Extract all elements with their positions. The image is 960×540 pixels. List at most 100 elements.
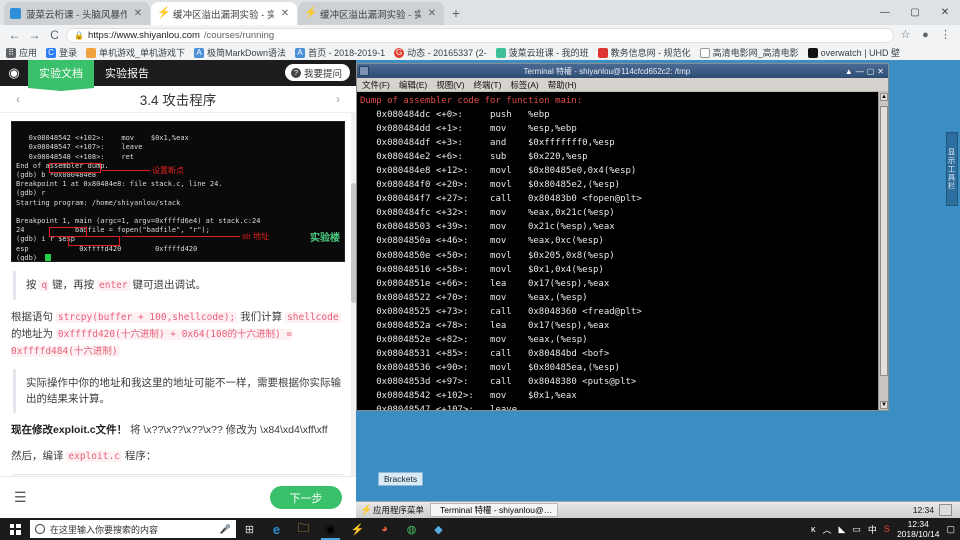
close-button[interactable]: ✕ <box>877 67 884 76</box>
watermark-label: 实验楼 <box>310 233 340 244</box>
bookmark-item[interactable]: 教务信息网 - 规范化 <box>597 46 691 59</box>
bookmark-star-icon[interactable]: ☆ <box>897 27 914 44</box>
terminal-line: 0x0804852a <+78>: lea 0x17(%esp),%eax <box>360 320 610 331</box>
browser-tab-3[interactable]: ⚡ 缓冲区溢出漏洞实验 - 实验楼 ✕ <box>298 2 444 25</box>
menu-help[interactable]: 帮助(H) <box>548 79 577 91</box>
scroll-up-arrow-icon[interactable]: ▲ <box>880 93 888 101</box>
search-placeholder: 在这里输入你要搜索的内容 <box>50 524 159 535</box>
address-bar[interactable]: 🔒 https://www.shiyanlou.com/courses/runn… <box>66 27 894 43</box>
volume-icon[interactable]: ▭ <box>852 524 861 535</box>
ime-icon[interactable]: 中 <box>868 523 877 536</box>
menu-edit[interactable]: 编辑(E) <box>399 79 427 91</box>
brackets-desktop-icon[interactable]: Brackets <box>378 472 424 486</box>
bookmark-item[interactable]: A 首页 - 2018-2019-1 <box>295 46 385 59</box>
back-arrow-icon[interactable]: ◉ <box>0 65 28 81</box>
inline-code-strcpy: strcpy(buffer + 100,shellcode); <box>55 312 238 323</box>
terminal-line: 0x080484dc <+0>: push %ebp <box>360 110 550 121</box>
menu-view[interactable]: 视图(V) <box>436 79 464 91</box>
sogou-icon[interactable]: S <box>884 524 890 534</box>
taskbar-clock[interactable]: 12:34 2018/10/14 <box>897 519 940 539</box>
bookmark-item[interactable]: 单机游戏_单机游戏下 <box>86 46 185 59</box>
chrome-menu-icon[interactable]: ⋮ <box>937 27 954 44</box>
menu-tabs[interactable]: 标签(A) <box>510 79 538 91</box>
menu-terminal[interactable]: 终端(T) <box>474 79 502 91</box>
terminal-window: Terminal 特權 - shiyanlou@114cfcd652c2: /t… <box>356 63 889 411</box>
close-icon[interactable]: ✕ <box>426 8 438 19</box>
a-icon: A <box>295 47 306 58</box>
menu-file[interactable]: 文件(F) <box>362 79 390 91</box>
prev-section-icon[interactable]: ‹ <box>10 92 26 106</box>
apps-grid-icon: ⠿ <box>6 47 16 58</box>
bookmark-item[interactable]: G 动态 - 20165337 (2- <box>394 46 487 59</box>
tab-lab-report[interactable]: 实验报告 <box>94 60 160 86</box>
list-icon[interactable]: ☰ <box>14 489 31 506</box>
bookmark-item[interactable]: A 极简MarkDown语法 <box>194 46 286 59</box>
terminal-scrollbar-thumb[interactable] <box>880 106 888 376</box>
avatar[interactable]: ● <box>917 27 934 44</box>
firefox-icon[interactable]: ◕ <box>371 518 398 540</box>
browser-tab-1[interactable]: 菠菜云桁课 - 头脑风暴作为 ✕ <box>4 2 150 25</box>
terminal-line: 0x08048525 <+73>: call 0x8048360 <fread@… <box>360 306 642 317</box>
task-view-icon[interactable]: ⊞ <box>236 518 263 540</box>
scroll-down-arrow-icon[interactable]: ▼ <box>880 401 888 409</box>
bookmark-label: 单机游戏_单机游戏下 <box>99 48 186 58</box>
bookmark-item[interactable]: overwatch | UHD 壁 <box>807 46 900 59</box>
terminal-line: 0x080484e2 <+6>: sub $0x220,%esp <box>360 152 588 163</box>
thunder-download-icon[interactable]: ⚡ <box>344 518 371 540</box>
maximize-button[interactable]: ▢ <box>867 67 875 76</box>
para3-suffix: 程序： <box>121 450 157 462</box>
maximize-button[interactable]: ▢ <box>900 0 930 25</box>
modify-exploit-bold: 现在修改exploit.c文件！ <box>11 424 128 436</box>
close-button[interactable]: ✕ <box>930 0 960 25</box>
close-icon[interactable]: ✕ <box>132 8 144 19</box>
bookmark-item[interactable]: C 登录 <box>46 46 77 59</box>
browser-toolbar: ← → C 🔒 https://www.shiyanlou.com/course… <box>0 25 960 45</box>
chevron-up-icon[interactable]: ︿ <box>822 523 831 536</box>
reload-icon[interactable]: C <box>46 27 63 44</box>
bookmark-label: 高清电影网_高清电影 <box>712 48 799 58</box>
minimize-button[interactable]: — <box>870 0 900 25</box>
browser-tab-2[interactable]: ⚡ 缓冲区溢出漏洞实验 - 实验楼 ✕ <box>151 2 297 25</box>
next-section-icon[interactable]: › <box>330 92 346 106</box>
show-desktop-icon[interactable] <box>939 504 952 516</box>
tab-lab-document[interactable]: 实验文档 <box>28 60 94 86</box>
next-step-button[interactable]: 下一步 <box>270 486 342 509</box>
taskbar-window-button[interactable]: Terminal 特權 - shiyanlou@… <box>430 503 559 517</box>
application-menu-label: 应用程序菜单 <box>373 505 425 515</box>
question-icon: ? <box>290 67 301 78</box>
terminal-body[interactable]: Dump of assembler code for function main… <box>357 92 888 410</box>
bookmark-item[interactable]: 菠菜云班课 - 我的班 <box>495 46 589 59</box>
close-icon[interactable]: ✕ <box>279 8 291 19</box>
terminal-icon <box>359 66 369 76</box>
wechat-icon[interactable]: ◍ <box>398 518 425 540</box>
xfce-clock: 12:34 <box>912 505 934 515</box>
vnc-desktop: Terminal 特權 - shiyanlou@114cfcd652c2: /t… <box>356 60 960 518</box>
terminal-scrollbar[interactable]: ▲ ▼ <box>878 92 888 410</box>
bookmark-label: 动态 - 20165337 (2- <box>407 48 487 58</box>
search-input[interactable]: 在这里输入你要搜索的内容 🎤 <box>30 520 236 538</box>
edge-icon[interactable]: e <box>263 518 290 540</box>
back-icon[interactable]: ← <box>6 27 23 44</box>
shade-button[interactable]: ▲ <box>845 67 853 76</box>
application-menu-button[interactable]: ⚡ 应用程序菜单 <box>360 504 424 516</box>
qq-icon[interactable]: ◆ <box>425 518 452 540</box>
new-tab-button[interactable]: + <box>445 3 467 25</box>
bookmark-item[interactable]: 高清电影网_高清电影 <box>699 46 799 59</box>
share-icon[interactable]: ᴋ <box>811 524 816 534</box>
terminal-titlebar[interactable]: Terminal 特權 - shiyanlou@114cfcd652c2: /t… <box>357 64 888 78</box>
ask-question-button[interactable]: ? 我要提问 <box>284 64 350 81</box>
bookmark-item[interactable]: ⠿ 应用 <box>6 46 37 59</box>
forward-icon[interactable]: → <box>26 27 43 44</box>
wifi-icon[interactable]: ◣ <box>838 524 845 535</box>
file-explorer-icon[interactable]: 🗀 <box>290 518 317 540</box>
minimize-button[interactable]: — <box>856 67 864 76</box>
bookmark-label: 首页 - 2018-2019-1 <box>308 48 386 58</box>
microphone-icon[interactable]: 🎤 <box>220 524 231 535</box>
show-toolbar-tab[interactable]: 显示工具栏 <box>946 132 958 206</box>
chrome-icon[interactable]: ◉ <box>317 518 344 540</box>
bookmark-label: 极简MarkDown语法 <box>207 48 287 58</box>
windows-start-icon[interactable] <box>0 518 30 540</box>
cursor-block <box>45 254 51 261</box>
search-circle-icon <box>35 524 45 534</box>
notification-center-icon[interactable]: ▢ <box>946 524 955 535</box>
